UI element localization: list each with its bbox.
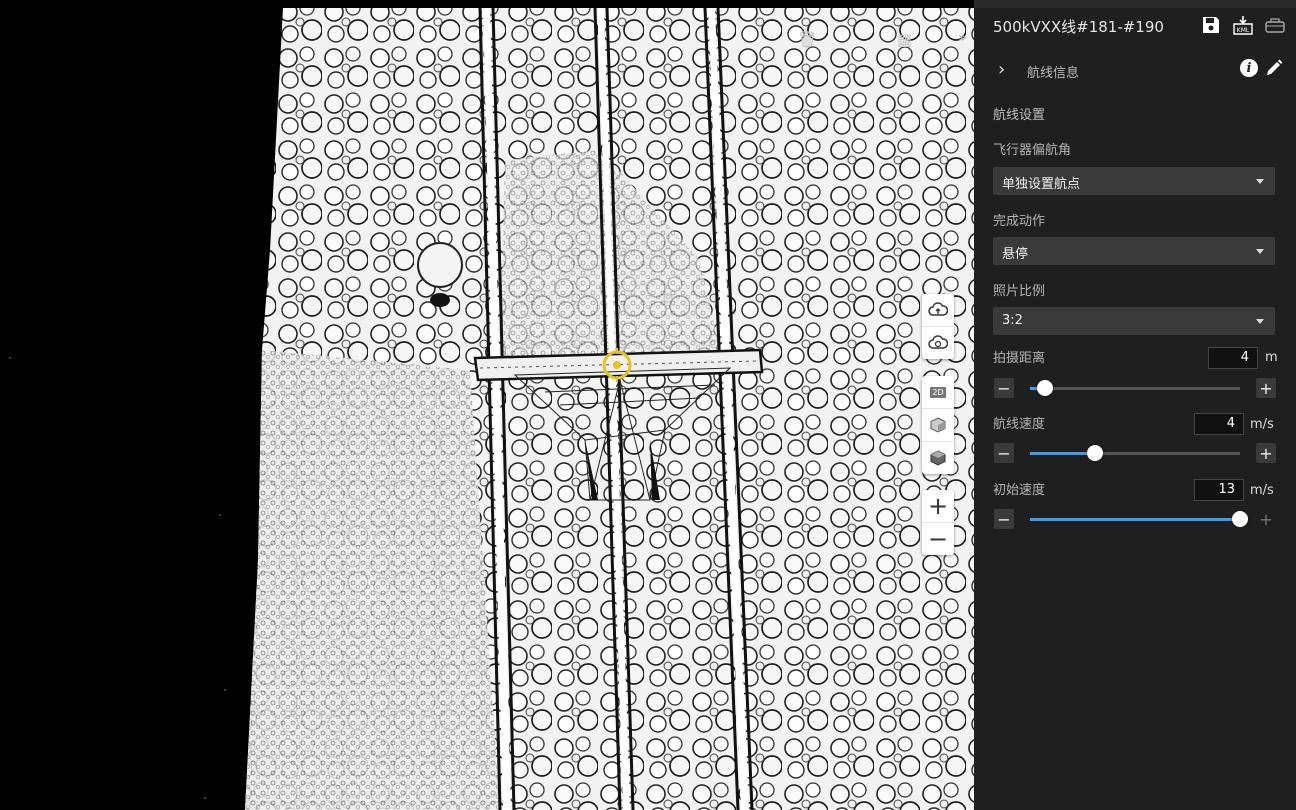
caret-down-icon xyxy=(1256,319,1264,324)
shoot-distance-decrement-button[interactable]: − xyxy=(994,378,1014,398)
trash-icon[interactable]: 🗑 xyxy=(797,30,817,49)
finish-action-label: 完成动作 xyxy=(993,214,1046,229)
finish-action-select[interactable]: 悬停 xyxy=(993,237,1275,265)
slider-thumb[interactable] xyxy=(1036,380,1053,396)
drone-dock-icon xyxy=(1265,18,1285,33)
photo-ratio-select[interactable]: 3:2 xyxy=(993,307,1275,335)
cube-outline-icon xyxy=(930,417,946,433)
route-settings-panel: 500kVXX线#181-#190 KML › 航线信息 i 航线设置 飞行器偏… xyxy=(974,0,1296,810)
grid-icon[interactable]: ▦ xyxy=(897,30,912,49)
slider-fill xyxy=(1030,518,1240,521)
route-speed-input[interactable]: 4 xyxy=(1194,413,1244,435)
route-speed-label: 航线速度 xyxy=(993,417,1046,432)
shoot-distance-label: 拍摄距离 xyxy=(993,351,1046,366)
info-icon[interactable]: i xyxy=(1240,59,1258,77)
shoot-distance-slider[interactable] xyxy=(1030,378,1240,398)
photo-ratio-label: 照片比例 xyxy=(993,284,1046,299)
cloud-upload-button[interactable] xyxy=(922,294,954,326)
collapse-panel-button[interactable]: » xyxy=(958,30,967,46)
cloud-sync-button[interactable] xyxy=(922,326,954,359)
route-speed-decrement-button[interactable]: − xyxy=(994,443,1014,463)
title-toolbar: KML xyxy=(1200,14,1286,36)
export-kml-button[interactable]: KML xyxy=(1232,14,1254,36)
finish-action-value: 悬停 xyxy=(1002,247,1029,262)
cloud-toolgroup xyxy=(922,294,954,359)
slider-thumb[interactable] xyxy=(1232,511,1248,527)
panel-top-bar xyxy=(974,0,1296,8)
initial-speed-label: 初始速度 xyxy=(993,483,1046,498)
kml-export-icon: KML xyxy=(1233,16,1253,35)
caret-down-icon xyxy=(1256,179,1264,184)
shoot-distance-increment-button[interactable]: + xyxy=(1256,378,1276,398)
chevron-right-icon: › xyxy=(998,59,1006,80)
initial-speed-slider[interactable] xyxy=(1030,509,1248,529)
route-title: 500kVXX线#181-#190 xyxy=(993,18,1164,36)
route-speed-slider[interactable] xyxy=(1030,443,1240,463)
zoom-toolgroup: + − xyxy=(922,490,954,555)
zoom-out-button[interactable]: − xyxy=(922,522,954,555)
initial-speed-unit: m/s xyxy=(1250,483,1274,498)
kml-badge-text: KML xyxy=(1237,27,1250,34)
save-button[interactable] xyxy=(1200,14,1222,36)
dock-button[interactable] xyxy=(1264,14,1286,36)
initial-speed-input[interactable]: 13 xyxy=(1194,479,1244,501)
view-toolgroup: 2D xyxy=(922,376,954,474)
save-icon xyxy=(1203,17,1219,33)
route-info-section-header[interactable]: › 航线信息 i xyxy=(974,54,1296,84)
shoot-distance-unit: m xyxy=(1265,350,1278,365)
point-cloud-map[interactable]: 🗑 ▦ » 2D + − xyxy=(0,0,974,810)
initial-speed-increment-button[interactable]: + xyxy=(1256,509,1276,529)
heading-mode-label: 飞行器偏航角 xyxy=(993,143,1072,158)
heading-mode-value: 单独设置航点 xyxy=(1002,177,1081,192)
cloud-sync-icon xyxy=(928,335,948,349)
initial-speed-decrement-button[interactable]: − xyxy=(994,509,1014,529)
heading-mode-select[interactable]: 单独设置航点 xyxy=(993,167,1275,195)
waypoint-marker[interactable] xyxy=(600,348,634,382)
route-settings-heading: 航线设置 xyxy=(993,108,1046,123)
shoot-distance-input[interactable]: 4 xyxy=(1208,347,1258,369)
slider-track xyxy=(1030,387,1240,390)
route-speed-unit: m/s xyxy=(1250,417,1274,432)
cloud-upload-icon xyxy=(928,302,948,316)
view-perspective-button[interactable] xyxy=(922,441,954,474)
cube-solid-icon xyxy=(930,450,946,466)
slider-thumb[interactable] xyxy=(1087,445,1104,461)
route-speed-increment-button[interactable]: + xyxy=(1256,443,1276,463)
section-actions: i xyxy=(1240,58,1284,78)
caret-down-icon xyxy=(1256,249,1264,254)
slider-fill xyxy=(1030,452,1096,455)
point-cloud-scene xyxy=(9,7,974,810)
route-info-label: 航线信息 xyxy=(1027,66,1080,81)
view-2d-icon: 2D xyxy=(930,386,946,398)
photo-ratio-value: 3:2 xyxy=(1002,313,1023,328)
edit-pencil-icon[interactable] xyxy=(1264,58,1284,78)
view-2d-button[interactable]: 2D xyxy=(922,376,954,408)
view-3d-button[interactable] xyxy=(922,408,954,441)
zoom-in-button[interactable]: + xyxy=(922,490,954,522)
